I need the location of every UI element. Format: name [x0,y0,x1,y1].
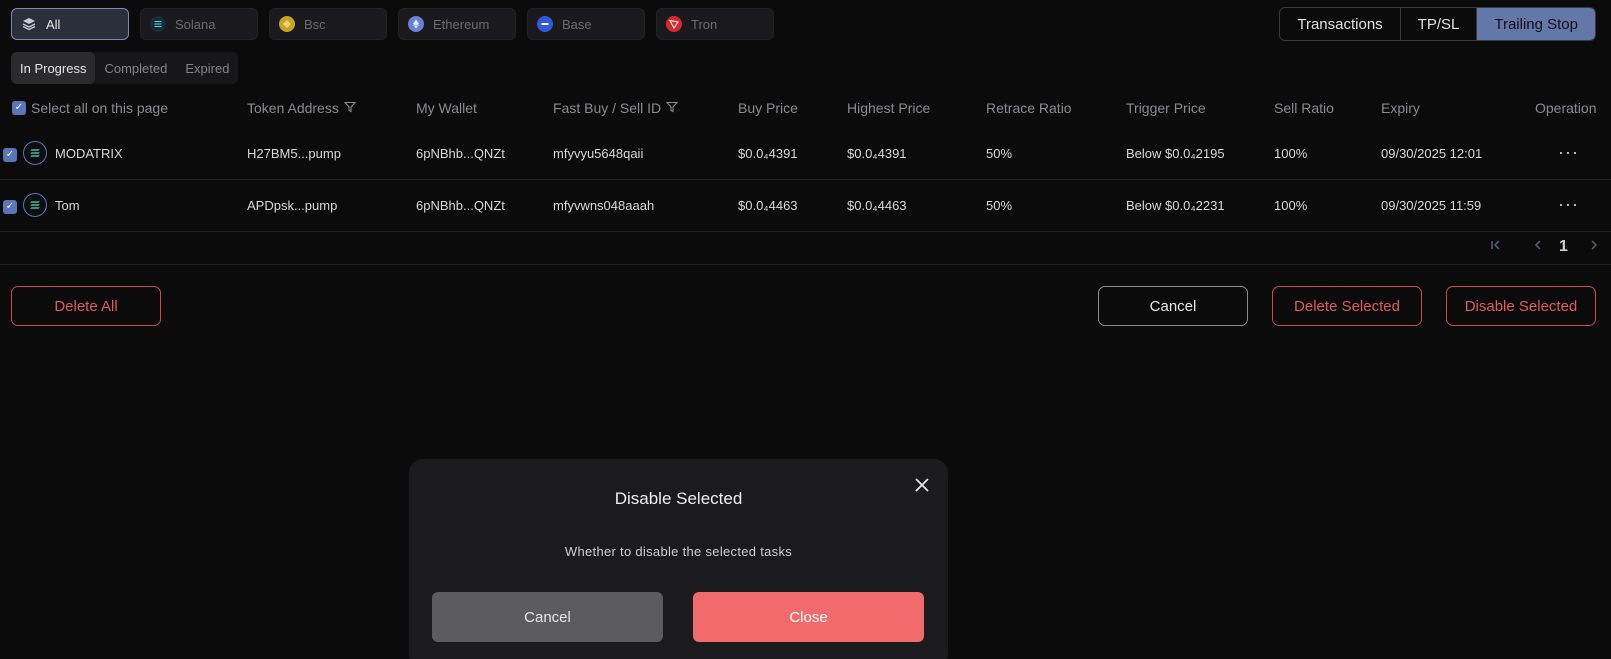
next-page-icon[interactable] [1587,238,1601,255]
col-highest-price: Highest Price [847,100,931,116]
current-page[interactable]: 1 [1559,238,1568,256]
dialog-close-button[interactable]: Close [693,592,924,642]
buy-price: $0.0₄4463 [738,198,798,213]
disable-selected-dialog: Disable Selected Whether to disable the … [409,459,948,659]
chain-label: Ethereum [433,16,490,32]
more-icon[interactable]: ··· [1558,194,1579,215]
col-operation: Operation [1535,100,1597,116]
bsc-icon [279,16,295,32]
cancel-button[interactable]: Cancel [1098,286,1248,326]
chain-ethereum[interactable]: Ethereum [398,8,516,40]
chain-all[interactable]: All [11,8,129,40]
highest-price: $0.0₄4463 [847,198,907,213]
tab-expired[interactable]: Expired [176,52,238,84]
highest-price: $0.0₄4391 [847,146,907,161]
layers-icon [21,16,37,32]
chain-solana[interactable]: Solana [140,8,258,40]
retrace-ratio: 50% [986,146,1013,161]
chain-tron[interactable]: Tron [656,8,774,40]
col-trigger-price: Trigger Price [1126,100,1206,116]
select-all-checkbox[interactable]: ✓ [12,101,26,115]
col-buy-price: Buy Price [738,100,798,116]
col-my-wallet: My Wallet [416,100,477,116]
row-checkbox[interactable]: ✓ [3,200,17,214]
base-icon [537,16,553,32]
trigger-price: Below $0.0₄2231 [1126,198,1225,213]
sell-ratio: 100% [1274,198,1308,213]
chain-base[interactable]: Base [527,8,645,40]
table-row: ✓ MODATRIX H27BM5...pump 6pNBhb...QNZt m… [0,128,1611,180]
solana-icon [23,141,47,165]
col-sell-ratio: Sell Ratio [1274,100,1334,116]
retrace-ratio: 50% [986,198,1013,213]
pagination: 1 [1451,238,1611,258]
disable-selected-button[interactable]: Disable Selected [1446,286,1596,326]
ethereum-icon [408,16,424,32]
status-tabs: In Progress Completed Expired [11,52,239,84]
col-expiry: Expiry [1381,100,1420,116]
chain-bsc[interactable]: Bsc [269,8,387,40]
filter-icon[interactable] [343,100,357,116]
delete-selected-button[interactable]: Delete Selected [1272,286,1422,326]
wallet: 6pNBhb...QNZt [416,198,505,213]
wallet: 6pNBhb...QNZt [416,146,505,161]
chain-label: Base [562,16,592,32]
row-checkbox[interactable]: ✓ [3,148,17,162]
chain-filter: All Solana Bsc Ethereum Base Tron [11,8,774,40]
fast-id: mfyvwns048aaah [553,198,655,213]
tab-tp-sl[interactable]: TP/SL [1401,8,1478,40]
more-icon[interactable]: ··· [1558,142,1579,163]
dialog-title: Disable Selected [614,489,743,508]
col-token-address-label: Token Address [247,100,339,116]
tab-transactions[interactable]: Transactions [1280,8,1401,40]
delete-all-button[interactable]: Delete All [11,286,161,326]
select-all-label: Select all on this page [31,100,168,116]
chain-label: Bsc [304,16,326,32]
divider [0,264,1611,265]
select-all[interactable]: ✓ Select all on this page [12,100,168,116]
filter-icon[interactable] [665,100,679,116]
token-name: MODATRIX [55,146,123,161]
table-row: ✓ Tom APDpsk...pump 6pNBhb...QNZt mfyvwn… [0,180,1611,232]
tab-completed[interactable]: Completed [95,52,176,84]
col-fast-id: Fast Buy / Sell ID [553,100,679,116]
prev-page-icon[interactable] [1531,238,1545,255]
token-address[interactable]: APDpsk...pump [247,198,337,213]
chain-label: All [46,16,61,32]
token-name: Tom [55,198,80,213]
expiry: 09/30/2025 12:01 [1381,146,1483,161]
chain-label: Tron [691,16,718,32]
token-address[interactable]: H27BM5...pump [247,146,341,161]
table-header: ✓ Select all on this page Token Address … [0,96,1611,120]
trigger-price: Below $0.0₄2195 [1126,146,1225,161]
solana-icon [150,16,166,32]
tab-trailing-stop[interactable]: Trailing Stop [1477,8,1595,40]
chain-label: Solana [175,16,216,32]
first-page-icon[interactable] [1489,238,1503,255]
dialog-message: Whether to disable the selected tasks [564,544,793,559]
col-retrace-ratio: Retrace Ratio [986,100,1072,116]
tab-in-progress[interactable]: In Progress [11,52,96,84]
sell-ratio: 100% [1274,146,1308,161]
solana-icon [23,193,47,217]
close-icon[interactable] [912,475,932,495]
buy-price: $0.0₄4391 [738,146,798,161]
col-fast-id-label: Fast Buy / Sell ID [553,100,662,116]
expiry: 09/30/2025 11:59 [1381,198,1482,213]
tron-icon [666,16,682,32]
fast-id: mfyvyu5648qaii [553,146,644,161]
mode-tabs: Transactions TP/SL Trailing Stop [1279,7,1596,41]
col-token-address: Token Address [247,100,357,116]
dialog-cancel-button[interactable]: Cancel [432,592,663,642]
